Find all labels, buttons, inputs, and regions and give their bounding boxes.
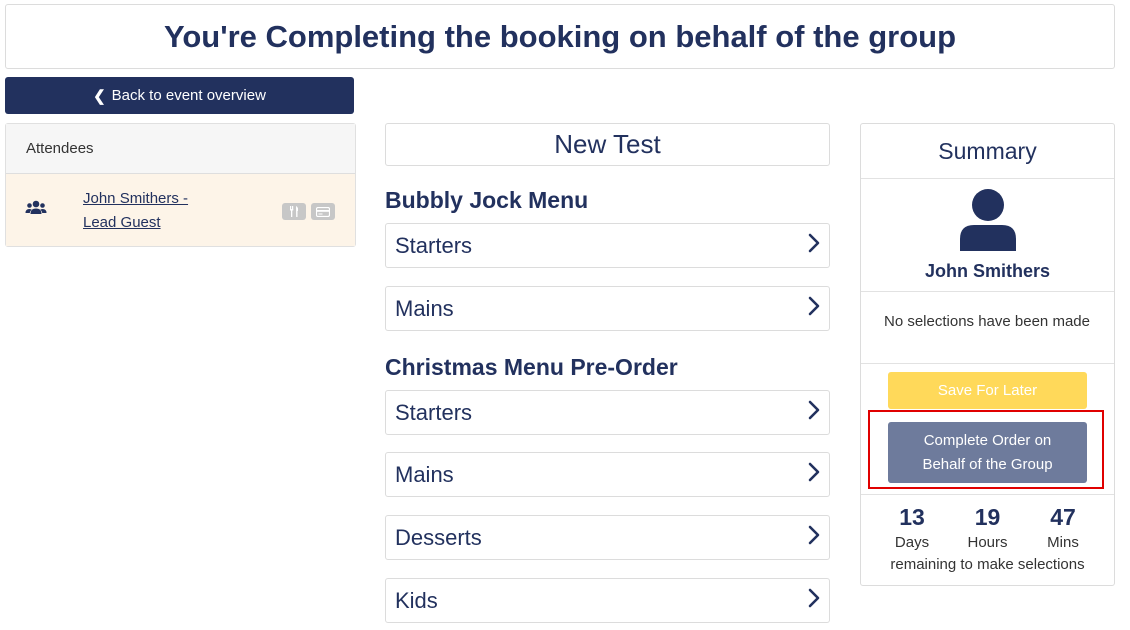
attendee-status-badges xyxy=(282,203,335,220)
section-title-christmas: Christmas Menu Pre-Order xyxy=(385,354,678,380)
page-banner: You're Completing the booking on behalf … xyxy=(5,4,1115,69)
chevron-right-icon xyxy=(807,400,821,425)
menu-item-christmas-mains[interactable]: Mains xyxy=(385,452,830,497)
menu-item-label: Desserts xyxy=(395,524,482,550)
countdown-mins-value: 47 xyxy=(1050,504,1076,530)
attendee-row[interactable]: John Smithers - Lead Guest xyxy=(6,174,355,246)
back-to-event-button[interactable]: ❮ Back to event overview xyxy=(5,77,354,114)
menu-item-christmas-desserts[interactable]: Desserts xyxy=(385,515,830,560)
attendee-name-line2: Lead Guest xyxy=(83,214,161,231)
chevron-right-icon xyxy=(807,233,821,258)
countdown-hours-value: 19 xyxy=(974,504,1001,530)
attendees-panel: Attendees John Smithers - Lead Guest xyxy=(5,123,356,247)
chevron-right-icon xyxy=(807,296,821,321)
page-title: You're Completing the booking on behalf … xyxy=(163,18,957,54)
attendees-header: Attendees xyxy=(6,124,355,174)
countdown-hours: 19 Hours xyxy=(958,502,1018,554)
countdown-note: remaining to make selections xyxy=(890,556,1085,573)
summary-message: No selections have been made xyxy=(861,292,1114,364)
chevron-right-icon xyxy=(807,525,821,550)
chevron-right-icon xyxy=(807,462,821,487)
chevron-left-icon: ❮ xyxy=(93,87,106,105)
group-icon xyxy=(25,200,47,221)
summary-user-name: John Smithers xyxy=(924,261,1051,281)
countdown: 13 Days 19 Hours 47 Mins remaining to ma… xyxy=(861,502,1114,577)
menu-item-bubbly-starters[interactable]: Starters xyxy=(385,223,830,268)
menu-item-label: Mains xyxy=(395,461,454,487)
countdown-days-value: 13 xyxy=(899,504,925,530)
complete-button-line2: Behalf of the Group xyxy=(922,455,1053,473)
summary-divider xyxy=(861,494,1114,495)
user-avatar-icon xyxy=(959,187,1017,258)
attendee-name-line1: John Smithers - xyxy=(83,190,189,207)
credit-card-icon xyxy=(311,203,335,220)
complete-order-group-button[interactable]: Complete Order on Behalf of the Group xyxy=(888,422,1087,483)
summary-title: Summary xyxy=(861,124,1114,179)
back-button-label: Back to event overview xyxy=(111,87,266,104)
summary-user: John Smithers xyxy=(861,179,1114,292)
countdown-mins: 47 Mins xyxy=(1033,502,1093,554)
menu-item-label: Starters xyxy=(395,232,473,258)
menu-item-bubbly-mains[interactable]: Mains xyxy=(385,286,830,331)
menu-title: New Test xyxy=(385,123,830,166)
menu-item-label: Starters xyxy=(395,399,473,425)
complete-button-line1: Complete Order on xyxy=(923,431,1052,449)
chevron-right-icon xyxy=(807,588,821,613)
cutlery-icon xyxy=(282,203,306,220)
menu-item-christmas-starters[interactable]: Starters xyxy=(385,390,830,435)
attendee-name-link[interactable]: John Smithers - Lead Guest xyxy=(83,187,213,235)
countdown-days: 13 Days xyxy=(882,502,942,554)
menu-item-label: Mains xyxy=(395,295,454,321)
menu-item-label: Kids xyxy=(395,587,438,613)
countdown-mins-label: Mins xyxy=(1047,534,1079,551)
save-for-later-button[interactable]: Save For Later xyxy=(888,372,1087,409)
countdown-days-label: Days xyxy=(894,534,930,551)
countdown-hours-label: Hours xyxy=(967,534,1008,551)
summary-panel: Summary John Smithers No selections have… xyxy=(860,123,1115,586)
section-title-bubbly-jock: Bubbly Jock Menu xyxy=(385,187,589,213)
menu-item-christmas-kids[interactable]: Kids xyxy=(385,578,830,623)
